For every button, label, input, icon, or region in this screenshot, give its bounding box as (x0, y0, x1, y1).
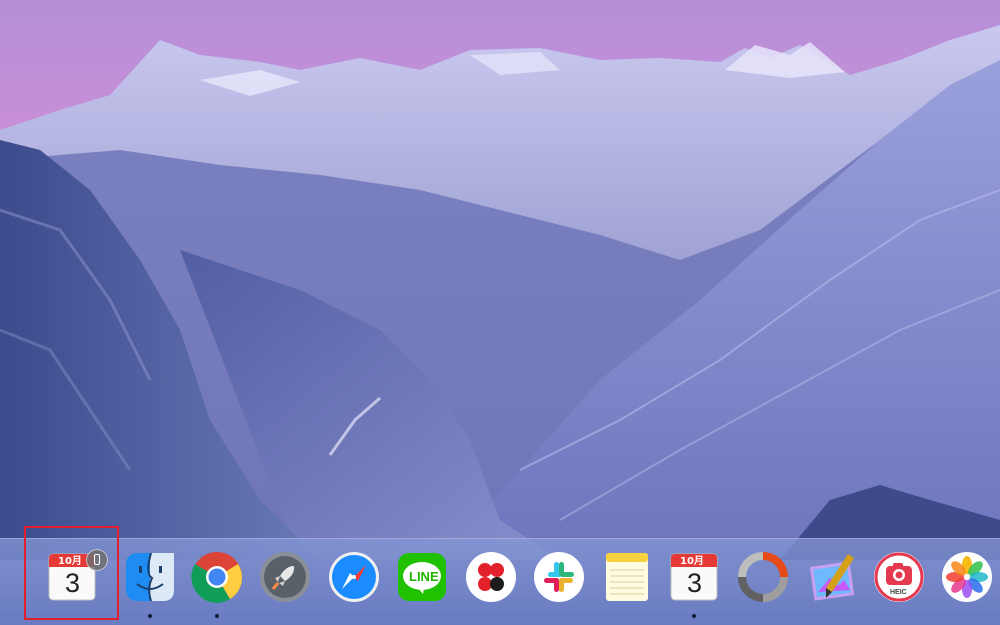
chrome-icon[interactable] (188, 548, 246, 606)
iphone-handoff-badge-icon (86, 549, 108, 571)
desktop-wallpaper (0, 0, 1000, 624)
calendar-icon[interactable]: 10月 3 (665, 548, 723, 606)
notes-icon[interactable] (598, 548, 656, 606)
finder-icon[interactable] (121, 548, 179, 606)
heic-converter-icon[interactable]: HEIC (870, 548, 928, 606)
heic-label: HEIC (890, 589, 907, 596)
paint-app-icon[interactable] (804, 548, 862, 606)
line-app-label: LINE (409, 569, 439, 584)
loading-ring-app-icon[interactable] (734, 548, 792, 606)
chrome-running-indicator (215, 614, 219, 618)
launchpad-icon[interactable] (256, 548, 314, 606)
line-app-icon[interactable]: LINE (393, 548, 451, 606)
calendar-month: 10月 (680, 555, 704, 567)
calendar-running-indicator (692, 614, 696, 618)
photos-icon[interactable] (938, 548, 996, 606)
pinwheel-app-icon[interactable] (462, 548, 520, 606)
calendar-day: 3 (687, 568, 702, 598)
finder-running-indicator (148, 614, 152, 618)
handoff-calendar-day: 3 (65, 568, 80, 598)
safari-icon[interactable] (325, 548, 383, 606)
slack-icon[interactable] (530, 548, 588, 606)
handoff-calendar-month: 10月 (58, 555, 82, 567)
